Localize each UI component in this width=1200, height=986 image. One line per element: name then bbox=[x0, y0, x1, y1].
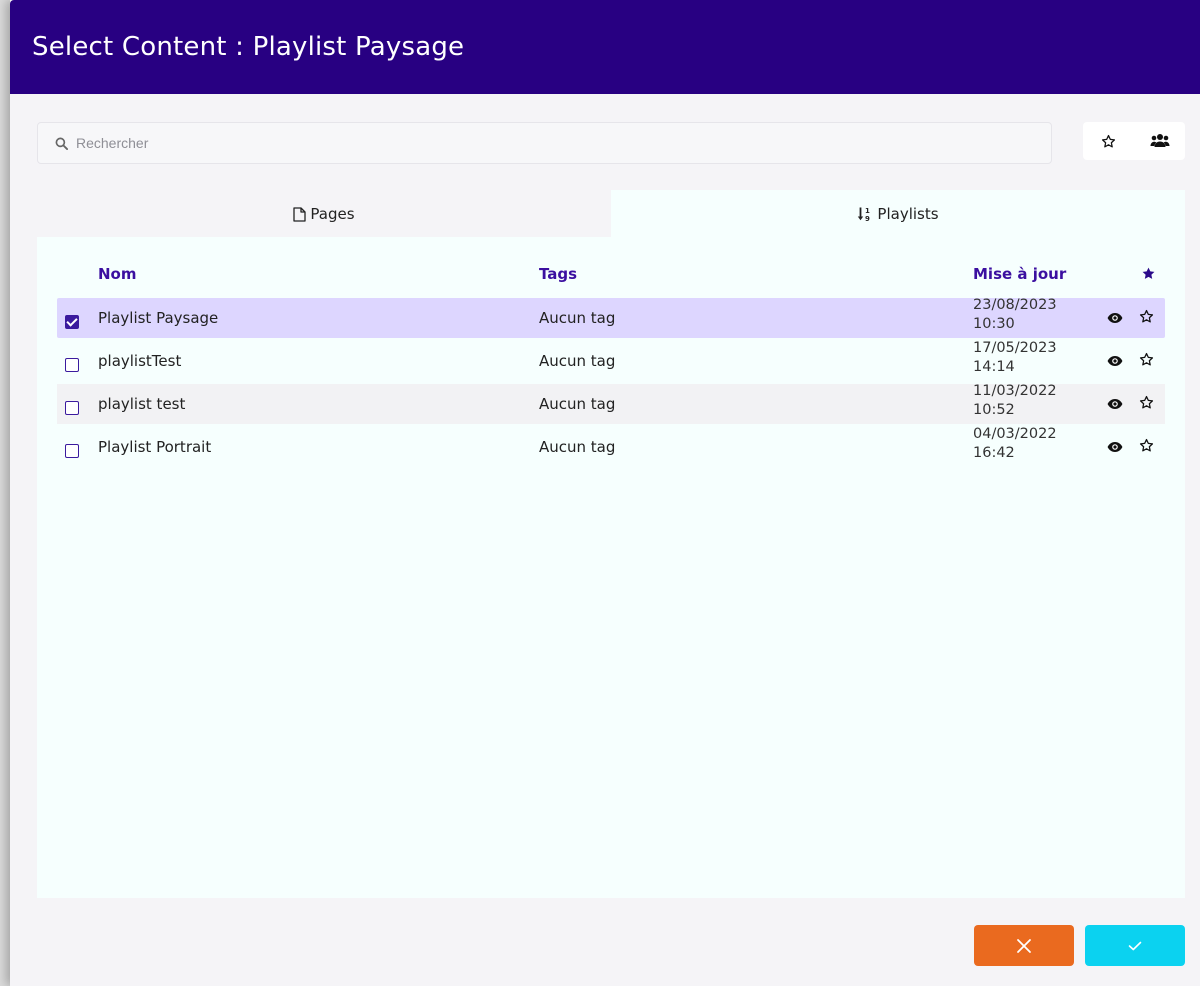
star-outline-icon[interactable] bbox=[1139, 438, 1154, 457]
row-date-time: 10:30 bbox=[973, 316, 1015, 332]
sort-numeric-icon: 1 9 bbox=[857, 206, 873, 222]
row-date-time: 10:52 bbox=[973, 402, 1015, 418]
search-input[interactable] bbox=[76, 135, 976, 151]
table-header: Nom Tags Mise à jour bbox=[37, 265, 1185, 287]
content-tabs: Pages 1 9 Playlists bbox=[37, 190, 1185, 238]
row-name: Playlist Paysage bbox=[98, 309, 219, 327]
column-header-tags[interactable]: Tags bbox=[539, 265, 577, 283]
tab-pages-label: Pages bbox=[310, 205, 355, 223]
row-checkbox[interactable] bbox=[65, 358, 79, 372]
row-date-time: 14:14 bbox=[973, 359, 1015, 375]
playlist-table-body: Playlist Paysage Aucun tag 23/08/2023 10… bbox=[57, 296, 1165, 470]
row-date: 11/03/2022 10:52 bbox=[973, 382, 1057, 420]
table-row[interactable]: playlistTest Aucun tag 17/05/2023 14:14 bbox=[57, 339, 1165, 381]
favorites-filter-button[interactable] bbox=[1094, 126, 1124, 156]
cancel-button[interactable] bbox=[974, 925, 1074, 966]
select-content-dialog: Select Content : Playlist Paysage Recher… bbox=[10, 0, 1200, 986]
groups-filter-button[interactable] bbox=[1145, 126, 1175, 156]
search-row bbox=[37, 122, 1185, 164]
row-date-day: 04/03/2022 bbox=[973, 426, 1057, 442]
column-header-updated[interactable]: Mise à jour bbox=[973, 265, 1066, 283]
row-tags: Aucun tag bbox=[539, 309, 616, 327]
tab-playlists-label: Playlists bbox=[877, 205, 939, 223]
file-icon bbox=[293, 206, 307, 222]
eye-icon[interactable] bbox=[1107, 396, 1123, 414]
row-date: 17/05/2023 14:14 bbox=[973, 339, 1057, 377]
table-row[interactable]: Playlist Paysage Aucun tag 23/08/2023 10… bbox=[57, 296, 1165, 338]
confirm-button[interactable] bbox=[1085, 925, 1185, 966]
dialog-header: Select Content : Playlist Paysage bbox=[10, 0, 1200, 94]
row-checkbox[interactable] bbox=[65, 315, 79, 329]
table-row[interactable]: playlist test Aucun tag 11/03/2022 10:52 bbox=[57, 382, 1165, 424]
row-date-day: 17/05/2023 bbox=[973, 340, 1057, 356]
row-date: 23/08/2023 10:30 bbox=[973, 296, 1057, 334]
star-filled-icon[interactable] bbox=[1141, 266, 1156, 285]
filter-buttons bbox=[1083, 122, 1185, 160]
search-box[interactable] bbox=[37, 122, 1052, 164]
playlists-panel: Nom Tags Mise à jour Playlist Paysage Au… bbox=[37, 237, 1185, 898]
row-checkbox[interactable] bbox=[65, 444, 79, 458]
svg-text:9: 9 bbox=[865, 215, 870, 222]
star-outline-icon[interactable] bbox=[1139, 352, 1154, 371]
row-tags: Aucun tag bbox=[539, 438, 616, 456]
eye-icon[interactable] bbox=[1107, 353, 1123, 371]
svg-text:1: 1 bbox=[865, 207, 870, 215]
tab-pages[interactable]: Pages bbox=[37, 190, 611, 238]
star-outline-icon[interactable] bbox=[1139, 395, 1154, 414]
tab-playlists[interactable]: 1 9 Playlists bbox=[611, 190, 1185, 238]
table-row[interactable]: Playlist Portrait Aucun tag 04/03/2022 1… bbox=[57, 425, 1165, 467]
row-tags: Aucun tag bbox=[539, 395, 616, 413]
row-date-day: 23/08/2023 bbox=[973, 297, 1057, 313]
star-outline-icon[interactable] bbox=[1139, 309, 1154, 328]
row-date: 04/03/2022 16:42 bbox=[973, 425, 1057, 463]
check-icon bbox=[1128, 941, 1142, 950]
row-name: playlist test bbox=[98, 395, 186, 413]
row-checkbox[interactable] bbox=[65, 401, 79, 415]
dialog-title: Select Content : Playlist Paysage bbox=[32, 32, 465, 62]
eye-icon[interactable] bbox=[1107, 310, 1123, 328]
row-date-day: 11/03/2022 bbox=[973, 383, 1057, 399]
users-icon bbox=[1150, 134, 1169, 147]
column-header-name[interactable]: Nom bbox=[98, 265, 137, 283]
star-outline-icon bbox=[1101, 134, 1116, 147]
row-name: Playlist Portrait bbox=[98, 438, 212, 456]
search-icon bbox=[55, 137, 68, 150]
row-name: playlistTest bbox=[98, 352, 182, 370]
close-icon bbox=[1017, 938, 1031, 953]
row-date-time: 16:42 bbox=[973, 445, 1015, 461]
row-tags: Aucun tag bbox=[539, 352, 616, 370]
eye-icon[interactable] bbox=[1107, 439, 1123, 457]
